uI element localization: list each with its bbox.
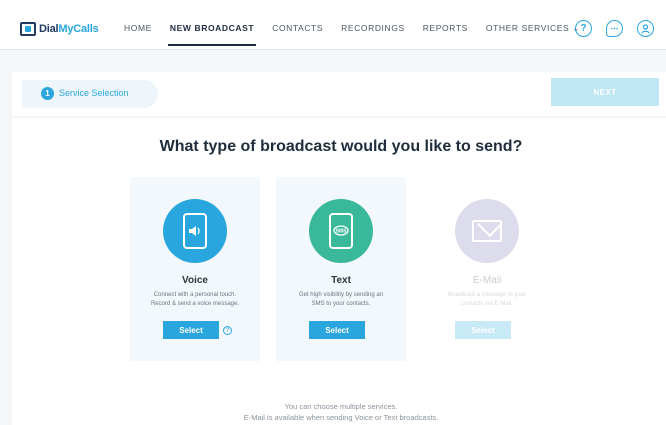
nav-item-new-broadcast[interactable]: NEW BROADCAST (167, 23, 257, 46)
text-select-button[interactable]: Select (309, 321, 365, 339)
email-card-description: Broadcast a message to your contacts via… (432, 291, 542, 309)
nav-item-recordings[interactable]: RECORDINGS (341, 23, 405, 34)
voice-card[interactable]: Voice Connect with a personal touch. Rec… (130, 177, 260, 361)
email-card: E-Mail Broadcast a message to your conta… (422, 177, 552, 361)
logo-text-dial: Dial (39, 23, 59, 35)
voice-desc-line1: Connect with a personal touch. (153, 292, 237, 298)
page-question: What type of broadcast would you like to… (159, 138, 523, 155)
footnote-line1: You can choose multiple services. (284, 402, 398, 411)
text-card-title: Text (331, 275, 351, 286)
footnote: You can choose multiple services. E-Mail… (0, 401, 666, 423)
email-card-title: E-Mail (472, 275, 502, 286)
text-card[interactable]: SMS Text Get high visibility by sending … (276, 177, 406, 361)
footnote-line2: E-Mail is available when sending Voice o… (243, 413, 439, 422)
nav-item-other-services[interactable]: OTHER SERVICES ⌄ (486, 23, 580, 34)
step-label: Service Selection (59, 88, 129, 98)
envelope-icon (472, 220, 502, 242)
phone-sms-icon: SMS (329, 213, 353, 249)
text-desc-line1: Get high visibility by sending an (298, 292, 384, 298)
text-circle: SMS (309, 199, 373, 263)
email-select-button: Select (455, 321, 511, 339)
voice-circle (163, 199, 227, 263)
text-desc-line2: SMS to your contacts. (311, 301, 371, 307)
phone-speaker-icon (183, 213, 207, 249)
voice-help-icon[interactable]: ? (223, 326, 232, 335)
logo-icon (20, 22, 36, 36)
voice-desc-line2: Record & send a voice message. (150, 301, 240, 307)
dialmycalls-logo[interactable]: DialMyCalls (20, 20, 99, 38)
step-number-badge: 1 (41, 87, 54, 100)
chat-icon[interactable] (606, 20, 623, 37)
logo-text: DialMyCalls (39, 23, 99, 35)
top-navigation: DialMyCalls HOME NEW BROADCAST CONTACTS … (0, 0, 666, 50)
voice-card-description: Connect with a personal touch. Record & … (140, 291, 250, 309)
nav-item-home[interactable]: HOME (124, 23, 152, 34)
next-button[interactable]: NEXT (551, 78, 659, 106)
email-circle (455, 199, 519, 263)
logo-text-mycalls: MyCalls (58, 23, 99, 35)
nav-item-reports[interactable]: REPORTS (423, 23, 468, 34)
nav-item-contacts[interactable]: CONTACTS (272, 23, 323, 34)
nav-menu: HOME NEW BROADCAST CONTACTS RECORDINGS R… (124, 23, 598, 46)
voice-select-button[interactable]: Select (163, 321, 219, 339)
text-card-description: Get high visibility by sending an SMS to… (286, 291, 396, 309)
account-icon[interactable] (637, 20, 654, 37)
voice-card-title: Voice (182, 275, 208, 286)
nav-icon-group: ? (575, 20, 654, 37)
svg-text:SMS: SMS (336, 229, 348, 235)
email-desc-line2: contacts via E-Mail. (460, 301, 514, 307)
help-icon[interactable]: ? (575, 20, 592, 37)
email-desc-line1: Broadcast a message to your (447, 292, 527, 298)
